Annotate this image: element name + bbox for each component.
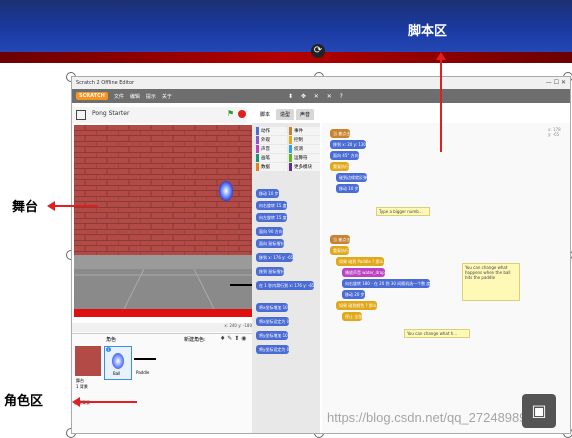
palette-block-3[interactable]: 面向 90 方向 (256, 227, 283, 236)
block-categories: 动作 事件 外观 控制 声音 侦测 画笔 运算符 数据 更多模块 (256, 127, 320, 171)
stage-thumbnail-label: 舞台 1 背景 (76, 378, 88, 389)
category-2[interactable]: 外观 (256, 136, 287, 144)
green-flag-icon[interactable]: ⚑ (227, 109, 234, 118)
image-icon[interactable]: ▣ (522, 394, 556, 428)
stop-icon[interactable] (238, 110, 246, 118)
category-6[interactable]: 画笔 (256, 154, 287, 162)
script-block[interactable]: 碰到边缘就反弹 (336, 173, 367, 182)
paddle-sprite[interactable] (230, 284, 252, 286)
script-block[interactable]: 向右旋转 180 - 在 20 到 30 间随机选一个数 度 (342, 279, 431, 288)
paddle-thumbnail-icon (134, 358, 156, 360)
sprite-area-callout: 角色区 (4, 394, 44, 409)
menu-tips[interactable]: 提示 (146, 93, 156, 100)
category-4[interactable]: 声音 (256, 145, 287, 153)
stage-backdrop (74, 125, 252, 317)
script-block[interactable]: 当 被点击 (330, 235, 351, 244)
script-block[interactable]: 移动 10 步 (336, 184, 359, 193)
window-titlebar: Scratch 2 Offline Editor — ☐ ✕ (72, 77, 570, 89)
fullscreen-icon[interactable] (76, 110, 86, 120)
stage-arrow (52, 205, 98, 207)
info-icon[interactable]: i (106, 347, 111, 352)
banner-red-stripe (0, 52, 572, 63)
script-block[interactable]: 面向 45° 方向 (330, 151, 359, 160)
editor-tabs: 脚本 造型 声音 (256, 109, 315, 120)
window-title: Scratch 2 Offline Editor (76, 80, 135, 86)
category-8[interactable]: 数据 (256, 163, 287, 171)
sprite-paddle[interactable]: Paddle (132, 346, 158, 378)
palette-block-6[interactable]: 移到 鼠标指针 (256, 267, 285, 276)
category-5[interactable]: 侦测 (289, 145, 320, 153)
palette-block-9[interactable]: 将x坐标设定为 0 (256, 317, 290, 326)
script-block[interactable]: 重复执行 (330, 162, 349, 171)
comment-note-3[interactable]: You can change what h... (404, 329, 470, 338)
tab-scripts[interactable]: 脚本 (256, 109, 275, 120)
script-block[interactable]: 停止 全部 (342, 312, 363, 321)
category-1[interactable]: 事件 (289, 127, 320, 135)
menu-file[interactable]: 文件 (114, 93, 124, 100)
menu-edit[interactable]: 编辑 (130, 93, 140, 100)
category-7[interactable]: 运算符 (289, 154, 320, 162)
category-3[interactable]: 控制 (289, 136, 320, 144)
stage-canvas[interactable] (74, 125, 252, 321)
comment-note-1[interactable]: Type a bigger numb... (376, 207, 430, 216)
new-sprite-icons[interactable]: ♦ ✎ ⬆ ◉ (220, 335, 246, 342)
sprite-panel-header: 角色 (106, 337, 117, 343)
project-title[interactable]: Pong Starter (92, 110, 129, 117)
ball-sprite[interactable] (219, 181, 233, 201)
script-area-callout: 脚本区 (408, 24, 448, 39)
sprite-ball-label: Ball (113, 371, 121, 376)
tab-sounds[interactable]: 声音 (296, 109, 315, 120)
script-block[interactable]: 如果 碰到 Paddle ? 那么 (336, 257, 384, 266)
toolbar-icons[interactable]: ⬍ ✥ ✕ ✕ ? (288, 93, 346, 100)
palette-block-10[interactable]: 将y坐标增加 10 (256, 331, 288, 340)
palette-block-8[interactable]: 将x坐标增加 10 (256, 303, 288, 312)
rotate-handle-icon[interactable]: ⟳ (311, 44, 325, 58)
stage-thumbnail[interactable] (75, 346, 101, 376)
palette-block-2[interactable]: 向左旋转 15 度 (256, 213, 287, 222)
category-9[interactable]: 更多模块 (289, 163, 320, 171)
scratch-logo: SCRATCH (76, 92, 108, 100)
stage-header: Pong Starter ⚑ (72, 107, 247, 123)
window-controls[interactable]: — ☐ ✕ (546, 77, 566, 89)
new-sprite-label: 新建角色: (184, 337, 206, 343)
title-banner (0, 0, 572, 52)
script-arrow (440, 58, 442, 152)
script-area[interactable]: x: 178 y: -65 当 被点击 移到 x: 20 y: 130 面向 45°… (322, 123, 570, 433)
stage-coordinates: x: 240 y: -180 (72, 323, 252, 332)
palette-block-7[interactable]: 在 1 秒内滑行到 x: 176 y: -65 (256, 281, 315, 290)
category-0[interactable]: 动作 (256, 127, 287, 135)
script-block[interactable]: 当 被点击 (330, 129, 351, 138)
comment-note-2[interactable]: You can change what happens when the bal… (462, 263, 520, 301)
stage-callout: 舞台 (12, 200, 39, 215)
sprite-arrow-head (72, 397, 80, 407)
sprite-arrow (77, 401, 137, 403)
script-block[interactable]: 播放声音 water_drop (342, 268, 385, 277)
scratch-editor-window: Scratch 2 Offline Editor — ☐ ✕ SCRATCH 文… (71, 76, 571, 434)
stage-arrow-head (47, 201, 55, 211)
tab-costumes[interactable]: 造型 (276, 109, 295, 120)
ball-thumbnail-icon (112, 353, 124, 369)
watermark-url: https://blog.csdn.net/qq_27248989 (327, 410, 527, 425)
script-arrow-head (436, 52, 446, 60)
palette-block-1[interactable]: 向右旋转 15 度 (256, 201, 287, 210)
script-block[interactable]: 移到 x: 20 y: 130 (330, 140, 366, 149)
palette-block-5[interactable]: 移到 x: 176 y: -65 (256, 253, 294, 262)
script-block[interactable]: 重复执行 (330, 246, 349, 255)
script-block[interactable]: 移动 20 步 (342, 290, 365, 299)
palette-block-11[interactable]: 将y坐标设定为 0 (256, 345, 290, 354)
sprite-position: x: 178 y: -65 (548, 127, 561, 137)
menu-bar: SCRATCH 文件 编辑 提示 关于 ⬍ ✥ ✕ ✕ ? (72, 89, 570, 103)
palette-block-0[interactable]: 移动 10 步 (256, 189, 279, 198)
sprite-paddle-label: Paddle (136, 370, 150, 375)
menu-about[interactable]: 关于 (162, 93, 172, 100)
palette-block-4[interactable]: 面向 鼠标指针 (256, 239, 285, 248)
script-block[interactable]: 如果 碰到颜色 ? 那么 (336, 301, 377, 310)
sprite-panel: 角色 新建角色: ♦ ✎ ⬆ ◉ 舞台 1 背景 新建背景 i Ball Pad… (72, 333, 252, 433)
sprite-ball[interactable]: i Ball (104, 346, 132, 380)
